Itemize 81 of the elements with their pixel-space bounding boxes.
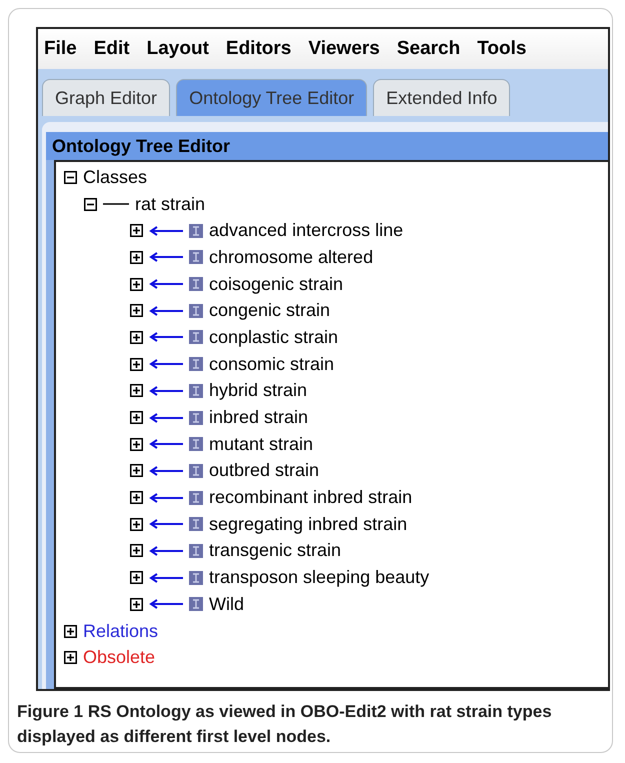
arrow-icon xyxy=(149,439,183,450)
collapse-icon[interactable] xyxy=(84,198,97,211)
tree-node[interactable]: hybrid strain xyxy=(209,380,308,402)
tree-node[interactable]: segregating inbred strain xyxy=(209,514,408,535)
class-icon xyxy=(189,277,203,292)
expand-icon[interactable] xyxy=(130,304,143,318)
arrow-icon xyxy=(149,386,183,396)
tab[interactable]: Extended Info xyxy=(373,79,510,116)
expand-icon[interactable] xyxy=(130,358,143,371)
class-icon xyxy=(189,517,203,532)
class-icon xyxy=(189,544,203,558)
tree-node[interactable]: rat strain xyxy=(135,194,206,215)
tree-node[interactable]: Wild xyxy=(209,594,244,615)
tree-node[interactable]: Classes xyxy=(83,166,148,188)
tree-node[interactable]: outbred strain xyxy=(209,460,320,482)
class-icon xyxy=(189,330,203,344)
arrow-icon xyxy=(149,492,183,503)
tree-node[interactable]: transgenic strain xyxy=(209,540,342,562)
tab[interactable]: Ontology Tree Editor xyxy=(176,79,368,116)
arrow-icon xyxy=(149,519,183,530)
expand-icon[interactable] xyxy=(130,518,143,531)
tree-node[interactable]: transposon sleeping beauty xyxy=(209,567,430,588)
class-icon xyxy=(189,490,203,505)
menu-item[interactable]: Editors xyxy=(226,38,292,60)
tree-node[interactable]: inbred strain xyxy=(209,407,308,428)
class-icon xyxy=(189,357,203,372)
menu-item[interactable]: Edit xyxy=(94,38,130,60)
tree-node[interactable]: conplastic strain xyxy=(209,326,338,348)
tree-node[interactable]: chromosome altered xyxy=(209,246,374,268)
expand-icon[interactable] xyxy=(130,250,143,264)
menu-item[interactable]: Search xyxy=(396,38,460,60)
line-icon xyxy=(103,202,129,206)
class-icon xyxy=(189,304,203,318)
expand-icon[interactable] xyxy=(130,384,143,398)
expand-icon[interactable] xyxy=(130,411,143,424)
expand-icon[interactable] xyxy=(130,571,143,584)
tree-node[interactable]: congenic strain xyxy=(209,300,330,322)
expand-icon[interactable] xyxy=(130,278,143,291)
class-icon xyxy=(189,570,203,585)
tree-node[interactable]: advanced intercross line xyxy=(209,220,404,242)
expand-icon[interactable] xyxy=(130,464,143,478)
arrow-icon xyxy=(149,572,183,583)
class-icon xyxy=(189,410,203,425)
expand-icon[interactable] xyxy=(130,224,143,238)
class-icon xyxy=(189,384,203,398)
expand-icon[interactable] xyxy=(130,438,143,451)
arrow-icon xyxy=(149,279,183,290)
arrow-icon xyxy=(149,252,183,262)
tree-node[interactable]: consomic strain xyxy=(209,354,334,375)
arrow-icon xyxy=(149,359,183,370)
arrow-icon xyxy=(149,466,183,476)
class-icon xyxy=(189,224,203,238)
expand-icon[interactable] xyxy=(64,651,77,664)
class-icon xyxy=(189,437,203,452)
class-icon xyxy=(189,597,203,612)
collapse-icon[interactable] xyxy=(64,170,77,184)
expand-icon[interactable] xyxy=(130,330,143,344)
arrow-icon xyxy=(149,306,183,316)
tree-node[interactable]: recombinant inbred strain xyxy=(209,487,412,508)
menu-item[interactable]: File xyxy=(44,38,77,60)
class-icon xyxy=(189,250,203,264)
arrow-icon xyxy=(149,226,183,236)
arrow-icon xyxy=(149,546,183,556)
expand-icon[interactable] xyxy=(130,544,143,558)
expand-icon[interactable] xyxy=(130,598,143,611)
tree-node[interactable]: Obsolete xyxy=(83,647,156,668)
tree-node[interactable]: mutant strain xyxy=(209,434,314,455)
menu-item[interactable]: Viewers xyxy=(308,38,380,60)
figure-caption: Figure 1 RS Ontology as viewed in OBO-Edit2 with rat strain types displayed as different first level nodes. xyxy=(17,701,553,748)
arrow-icon xyxy=(149,599,183,610)
arrow-icon xyxy=(149,332,183,342)
menu-item[interactable]: Tools xyxy=(477,38,526,60)
expand-icon[interactable] xyxy=(64,624,77,638)
tree-node[interactable]: Relations xyxy=(83,620,158,642)
tab[interactable]: Graph Editor xyxy=(42,79,170,116)
tree-node[interactable]: coisogenic strain xyxy=(209,274,344,295)
expand-icon[interactable] xyxy=(130,491,143,504)
arrow-icon xyxy=(149,412,183,423)
menu-item[interactable]: Layout xyxy=(146,38,209,60)
class-icon xyxy=(189,464,203,478)
pane-title: Ontology Tree Editor xyxy=(46,132,608,160)
